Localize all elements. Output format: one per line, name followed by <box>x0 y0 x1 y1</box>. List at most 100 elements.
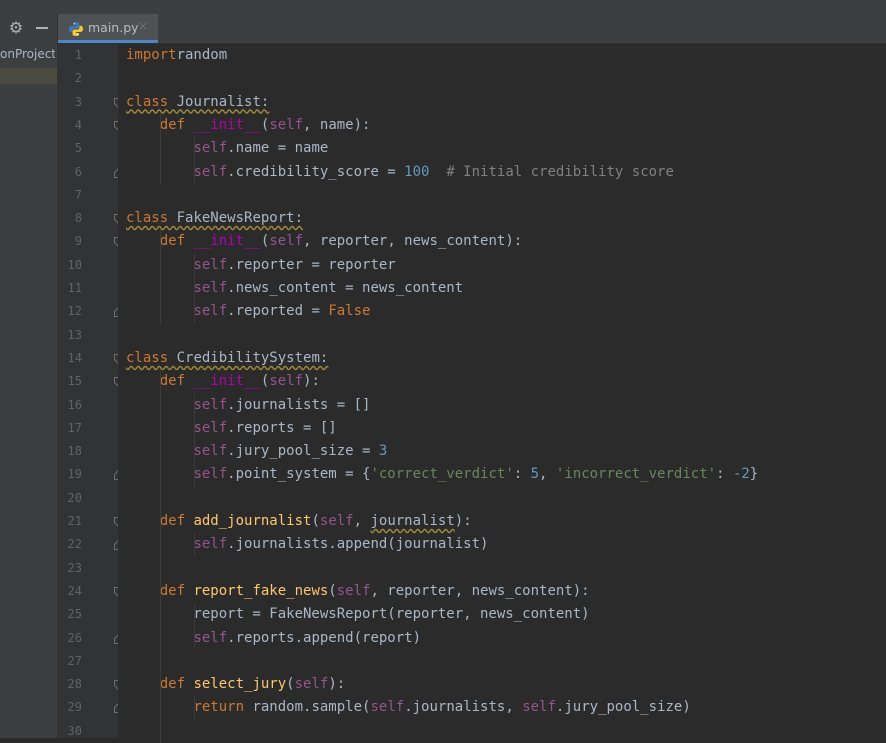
code-token: .journalists = [] <box>227 396 371 413</box>
indent-guide <box>194 253 195 324</box>
code-token: .journalists, <box>404 699 523 716</box>
line-number: 8 <box>74 211 82 226</box>
code-token: ( <box>328 582 337 599</box>
line-number: 9 <box>74 234 82 249</box>
code-token: , <box>539 466 556 483</box>
minus-icon[interactable] <box>36 27 48 29</box>
code-token: self <box>319 513 354 529</box>
code-token: self <box>336 582 371 599</box>
code-token: CredibilitySystem: <box>168 349 329 366</box>
code-token: .reports = [] <box>227 419 337 436</box>
line-number: 1 <box>74 48 82 62</box>
code-line: self.point_system = {'correct_verdict': … <box>126 463 758 486</box>
code-token: FakeNewsReport: <box>168 210 304 227</box>
code-token: def <box>159 373 194 390</box>
code-token: journalist <box>370 513 455 529</box>
line-number: 2 <box>74 71 82 86</box>
code-line: self.jury_pool_size = 3 <box>126 440 387 463</box>
gear-icon[interactable]: ⚙ <box>8 20 24 36</box>
code-token: import <box>126 47 177 63</box>
code-line: def add_journalist(self, journalist): <box>126 510 472 533</box>
code-token: 5 <box>530 466 540 483</box>
code-line: self.journalists = [] <box>126 394 370 417</box>
code-token: , name): <box>303 116 371 133</box>
code-token: ( <box>286 676 295 693</box>
indent-guide <box>160 113 161 184</box>
project-tree-item[interactable]: onProject <box>0 47 55 61</box>
line-number: 23 <box>67 560 82 575</box>
tab-main-py[interactable]: main.py × <box>58 14 158 43</box>
line-number: 30 <box>67 723 82 738</box>
code-token: self <box>193 443 228 460</box>
line-number: 17 <box>67 420 82 435</box>
line-number: 5 <box>74 141 82 156</box>
code-line: def select_jury(self): <box>126 673 345 696</box>
line-number: 7 <box>74 187 82 202</box>
code-token: .reporter = reporter <box>227 256 396 273</box>
line-number: 25 <box>67 607 82 622</box>
code-token: __init__ <box>193 116 261 133</box>
code-token: , <box>353 513 371 529</box>
code-token: .jury_pool_size = <box>227 443 379 460</box>
code-line: self.credibility_score = 100 # Initial c… <box>126 161 673 184</box>
line-number: 21 <box>67 514 82 528</box>
code-token: def <box>159 513 194 529</box>
project-tree-selection[interactable] <box>0 68 57 84</box>
code-token: select_jury <box>193 676 287 693</box>
line-number: 13 <box>67 327 82 342</box>
code-token: self <box>193 163 228 180</box>
line-number: 24 <box>67 583 82 598</box>
code-token: report = FakeNewsReport(reporter, news_c… <box>126 606 590 623</box>
code-line: self.name = name <box>126 137 328 160</box>
code-token: 100 <box>404 163 430 180</box>
indent-guide <box>160 370 161 743</box>
code-line: self.journalists.append(journalist) <box>126 533 488 556</box>
line-number: 18 <box>67 444 82 459</box>
line-number: 12 <box>67 304 82 319</box>
code-line: def report_fake_news(self, reporter, new… <box>126 580 590 603</box>
code-token: ( <box>311 513 320 529</box>
code-token: 'incorrect_verdict' <box>555 466 717 483</box>
code-token: class <box>126 210 169 227</box>
code-token: : <box>513 466 531 483</box>
line-number: 27 <box>67 653 82 668</box>
code-token: , reporter, news_content): <box>303 233 523 250</box>
code-token: .jury_pool_size) <box>555 699 691 716</box>
code-line: self.reports = [] <box>126 417 337 440</box>
indent-guide <box>194 533 195 557</box>
line-number: 15 <box>67 374 82 389</box>
code-token: add_journalist <box>193 513 312 529</box>
code-token: report_fake_news <box>193 582 329 599</box>
code-token: self <box>193 396 228 413</box>
code-token: random <box>176 47 228 63</box>
code-token: ): <box>303 373 320 390</box>
code-token: return <box>193 699 253 716</box>
code-token: ): <box>454 513 472 529</box>
code-token: self <box>269 233 304 250</box>
code-token: class <box>126 349 169 366</box>
code-token: def <box>159 116 194 133</box>
code-token: self <box>193 466 228 483</box>
indent-guide <box>194 696 195 720</box>
code-token: self <box>370 699 405 716</box>
code-token: self <box>193 536 228 553</box>
code-token: self <box>193 256 228 273</box>
line-number: 10 <box>67 257 82 272</box>
code-token: def <box>159 582 194 599</box>
indent-guide <box>160 230 161 324</box>
code-token: self <box>294 676 329 693</box>
code-token: self <box>193 629 228 646</box>
close-icon[interactable]: × <box>138 19 148 33</box>
code-token: 3 <box>378 443 388 460</box>
project-toolbar: ⚙ <box>0 14 57 43</box>
editor-tab-bar: main.py × <box>58 14 886 44</box>
code-token: __init__ <box>193 373 261 390</box>
code-token: : <box>716 466 733 483</box>
indent-guide <box>194 137 195 184</box>
line-number: 29 <box>67 700 82 715</box>
line-number: 3 <box>74 94 82 109</box>
